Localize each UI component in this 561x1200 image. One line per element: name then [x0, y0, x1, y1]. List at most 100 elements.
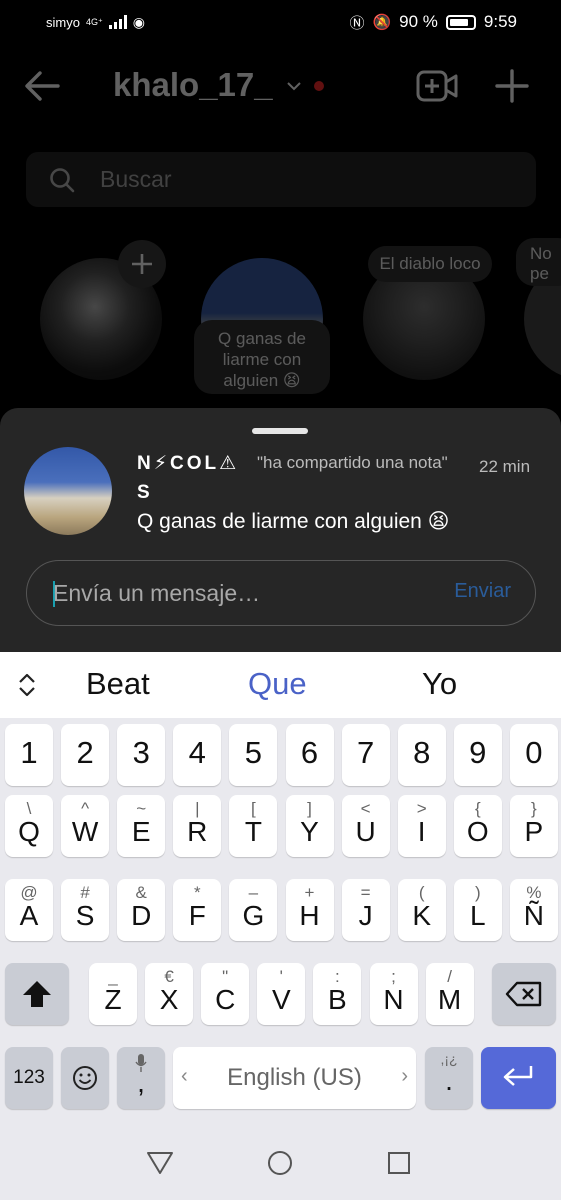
key-label: O	[466, 816, 489, 847]
hotspot-icon: ◉	[132, 13, 145, 30]
letter-key[interactable]: " C	[201, 963, 250, 1025]
letter-key[interactable]: # S	[61, 879, 110, 941]
key-label: 9	[469, 735, 487, 770]
nav-back-icon[interactable]	[146, 1151, 174, 1175]
space-bar[interactable]: ‹ English (US) ›	[173, 1047, 416, 1109]
enter-icon	[503, 1066, 533, 1086]
period-key[interactable]: ,¡¿ .	[425, 1047, 473, 1109]
new-message-plus-icon[interactable]	[492, 66, 532, 106]
key-label: S	[75, 900, 95, 931]
key-label: G	[242, 900, 265, 931]
drag-handle[interactable]	[252, 428, 308, 434]
chevron-down-icon[interactable]	[286, 78, 302, 94]
note-author-name-line2: S	[137, 482, 150, 503]
number-key[interactable]: 4	[173, 724, 222, 786]
letter-key[interactable]: (K	[397, 879, 446, 941]
number-key[interactable]: 8	[397, 724, 446, 786]
number-key[interactable]: 3	[117, 724, 166, 786]
comma-key[interactable]: ,	[117, 1047, 165, 1109]
add-note-plus-icon[interactable]	[118, 240, 166, 288]
notification-dot	[314, 81, 324, 91]
letter-key[interactable]: [T	[229, 795, 278, 857]
story-note-bubble[interactable]: Q ganas de liarme con alguien 😫	[194, 320, 330, 394]
letter-key[interactable]: @ A	[5, 879, 53, 941]
message-composer[interactable]: Enviar	[26, 560, 536, 626]
key-label: B	[328, 984, 347, 1015]
search-bar[interactable]	[26, 152, 536, 207]
top-bar: khalo_17_	[0, 44, 561, 132]
number-key[interactable]: 7	[341, 724, 390, 786]
letter-key[interactable]: _ Z	[89, 963, 137, 1025]
letter-key[interactable]: } P	[509, 795, 558, 857]
letter-key[interactable]: :B	[313, 963, 362, 1025]
letter-key[interactable]: \ Q	[5, 795, 53, 857]
shift-key[interactable]	[5, 963, 69, 1025]
clock: 9:59	[483, 12, 517, 31]
signal-icon	[108, 15, 127, 29]
status-bar: simyo 4G⁺ ◉ Ⓝ 🔕 90 % 9:59	[0, 0, 561, 44]
key-label: F	[188, 900, 206, 931]
note-author-name[interactable]: N⚡COL⚠	[137, 452, 239, 475]
key-label: H	[299, 900, 320, 931]
story-note-bubble[interactable]: El diablo loco	[368, 246, 492, 282]
letter-key[interactable]: * F	[173, 879, 222, 941]
expand-toolbar-icon[interactable]	[16, 672, 38, 698]
message-input[interactable]	[53, 561, 433, 625]
letter-key[interactable]: + H	[285, 879, 334, 941]
back-arrow-icon[interactable]	[22, 66, 62, 106]
letter-key[interactable]: ; N	[369, 963, 418, 1025]
key-label: A	[19, 900, 39, 931]
account-username[interactable]: khalo_17_	[113, 66, 273, 104]
letter-key[interactable]: & D	[117, 879, 166, 941]
enter-key[interactable]	[481, 1047, 556, 1109]
letter-key[interactable]: / M	[425, 963, 474, 1025]
letter-key[interactable]: – G	[229, 879, 278, 941]
number-key[interactable]: 1	[5, 724, 53, 786]
shift-arrow-icon	[23, 981, 51, 1007]
letter-key[interactable]: | R	[173, 795, 222, 857]
backspace-key[interactable]	[492, 963, 556, 1025]
letter-key[interactable]: ~ E	[117, 795, 166, 857]
number-key[interactable]: 9	[453, 724, 502, 786]
letter-key[interactable]: ) L	[453, 879, 502, 941]
key-label: C	[215, 984, 236, 1015]
send-button[interactable]: Enviar	[454, 580, 511, 603]
key-label: 7	[356, 735, 375, 770]
number-key[interactable]: 6	[285, 724, 334, 786]
carrier-label: simyo	[46, 14, 80, 30]
suggestion-bar: Beat Que Yo	[0, 652, 561, 718]
battery-icon	[445, 14, 476, 30]
key-label: I	[417, 816, 426, 847]
letter-key[interactable]: {O	[453, 795, 502, 857]
note-author-avatar[interactable]	[24, 447, 112, 535]
suggestion-word[interactable]: Que	[248, 666, 307, 702]
letter-key[interactable]: > I	[397, 795, 446, 857]
key-label: P	[524, 816, 544, 847]
nav-recents-icon[interactable]	[387, 1151, 411, 1175]
number-key[interactable]: 5	[229, 724, 278, 786]
suggestion-word[interactable]: Yo	[422, 666, 457, 702]
letter-key[interactable]: < U	[341, 795, 390, 857]
letter-key[interactable]: ^ W	[61, 795, 110, 857]
letter-key[interactable]: ] Y	[285, 795, 334, 857]
emoji-icon	[73, 1066, 97, 1090]
key-label: J	[358, 900, 373, 931]
key-label: T	[244, 816, 262, 847]
new-video-chat-icon[interactable]	[416, 68, 458, 104]
nfc-icon: Ⓝ	[349, 14, 365, 32]
letter-key[interactable]: % Ñ	[509, 879, 558, 941]
search-input[interactable]	[100, 152, 480, 207]
letter-key[interactable]: € X	[145, 963, 194, 1025]
number-key[interactable]: 0	[509, 724, 558, 786]
letter-key[interactable]: ' V	[257, 963, 306, 1025]
letter-key[interactable]: = J	[341, 879, 390, 941]
story-note-bubble[interactable]: No pe	[516, 238, 561, 286]
emoji-key[interactable]	[61, 1047, 109, 1109]
key-label: 4	[188, 735, 206, 770]
suggestion-word[interactable]: Beat	[86, 666, 150, 702]
key-label: R	[187, 816, 208, 847]
key-label: 5	[244, 735, 263, 770]
numbers-key[interactable]: 123	[5, 1047, 53, 1109]
number-key[interactable]: 2	[61, 724, 110, 786]
nav-home-icon[interactable]	[267, 1150, 293, 1176]
